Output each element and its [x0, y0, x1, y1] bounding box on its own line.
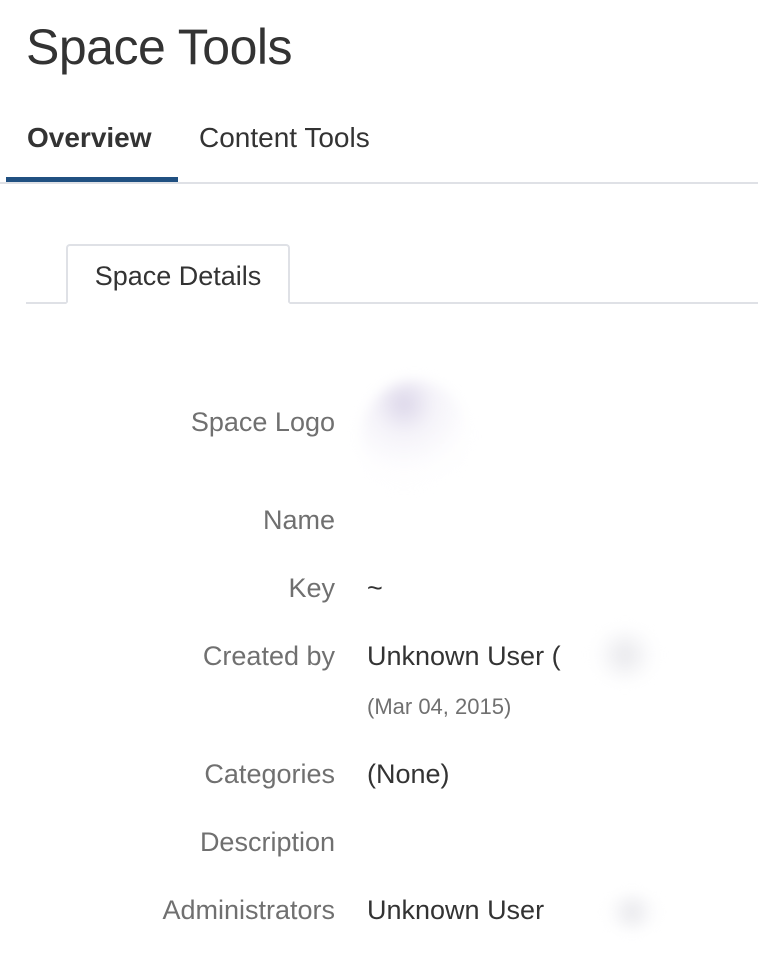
page-title: Space Tools — [26, 19, 292, 75]
created-date: (Mar 04, 2015) — [367, 694, 512, 719]
created-by-value: Unknown User ( — [367, 641, 561, 671]
space-logo-label: Space Logo — [190, 407, 335, 437]
tab-content-tools[interactable]: Content Tools — [199, 108, 370, 182]
main-tab-bar: Overview Content Tools — [0, 108, 758, 184]
key-value: ~ — [367, 573, 383, 603]
categories-value: (None) — [367, 759, 450, 789]
created-by-label: Created by — [202, 641, 335, 671]
sub-tab-bar: Space Details — [26, 244, 758, 304]
name-label: Name — [262, 505, 335, 535]
tab-space-details[interactable]: Space Details — [66, 244, 290, 304]
redacted-admin-blur — [600, 892, 664, 932]
space-tools-page: Space Tools Overview Content Tools Space… — [0, 0, 758, 956]
categories-label: Categories — [204, 759, 335, 789]
redacted-user-blur — [590, 625, 660, 685]
space-logo-image — [360, 380, 470, 500]
administrators-label: Administrators — [162, 895, 335, 925]
tab-overview[interactable]: Overview — [6, 108, 178, 182]
administrators-value[interactable]: Unknown User — [367, 895, 544, 926]
key-label: Key — [288, 573, 335, 603]
description-label: Description — [199, 827, 335, 857]
